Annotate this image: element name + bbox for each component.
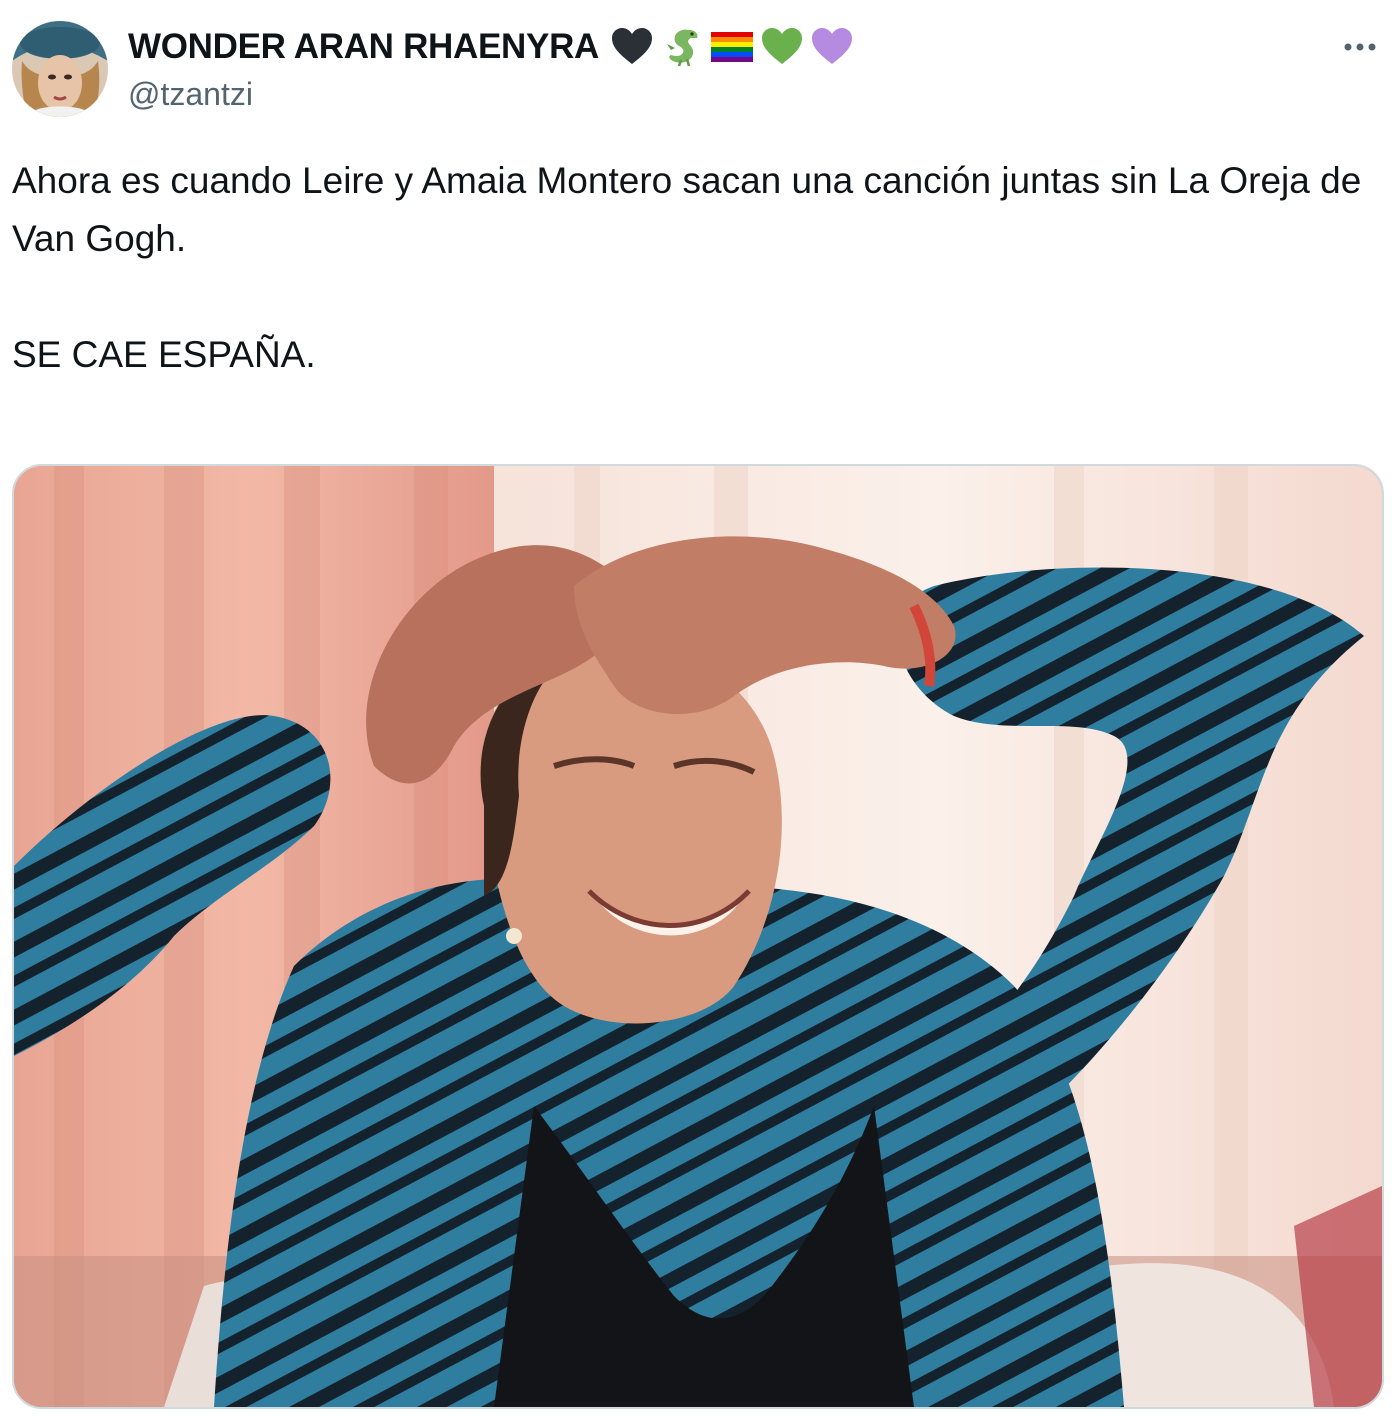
black-heart-icon bbox=[612, 28, 653, 64]
photo bbox=[14, 466, 1382, 1407]
tweet-text: Ahora es cuando Leire y Amaia Montero sa… bbox=[12, 152, 1382, 384]
author-block: WONDER ARAN RHAENYRA @tzantzi bbox=[128, 24, 855, 113]
rainbow-flag-icon bbox=[711, 32, 754, 62]
display-name[interactable]: WONDER ARAN RHAENYRA bbox=[128, 27, 599, 67]
more-horizontal-icon[interactable] bbox=[1338, 30, 1382, 64]
green-heart-icon bbox=[762, 28, 803, 64]
tweet-text-line-2: SE CAE ESPAÑA. bbox=[12, 334, 316, 375]
purple-heart-icon bbox=[812, 28, 853, 64]
avatar[interactable] bbox=[12, 21, 108, 117]
media-image[interactable] bbox=[12, 464, 1384, 1409]
avatar-image bbox=[12, 21, 108, 117]
tweet: WONDER ARAN RHAENYRA @tzantzi Ahora es c… bbox=[0, 0, 1400, 1427]
handle[interactable]: @tzantzi bbox=[128, 76, 855, 113]
name-row: WONDER ARAN RHAENYRA bbox=[128, 24, 855, 70]
dragon-icon bbox=[667, 29, 698, 67]
name-emojis bbox=[609, 26, 855, 68]
tweet-text-line-1: Ahora es cuando Leire y Amaia Montero sa… bbox=[12, 160, 1362, 259]
